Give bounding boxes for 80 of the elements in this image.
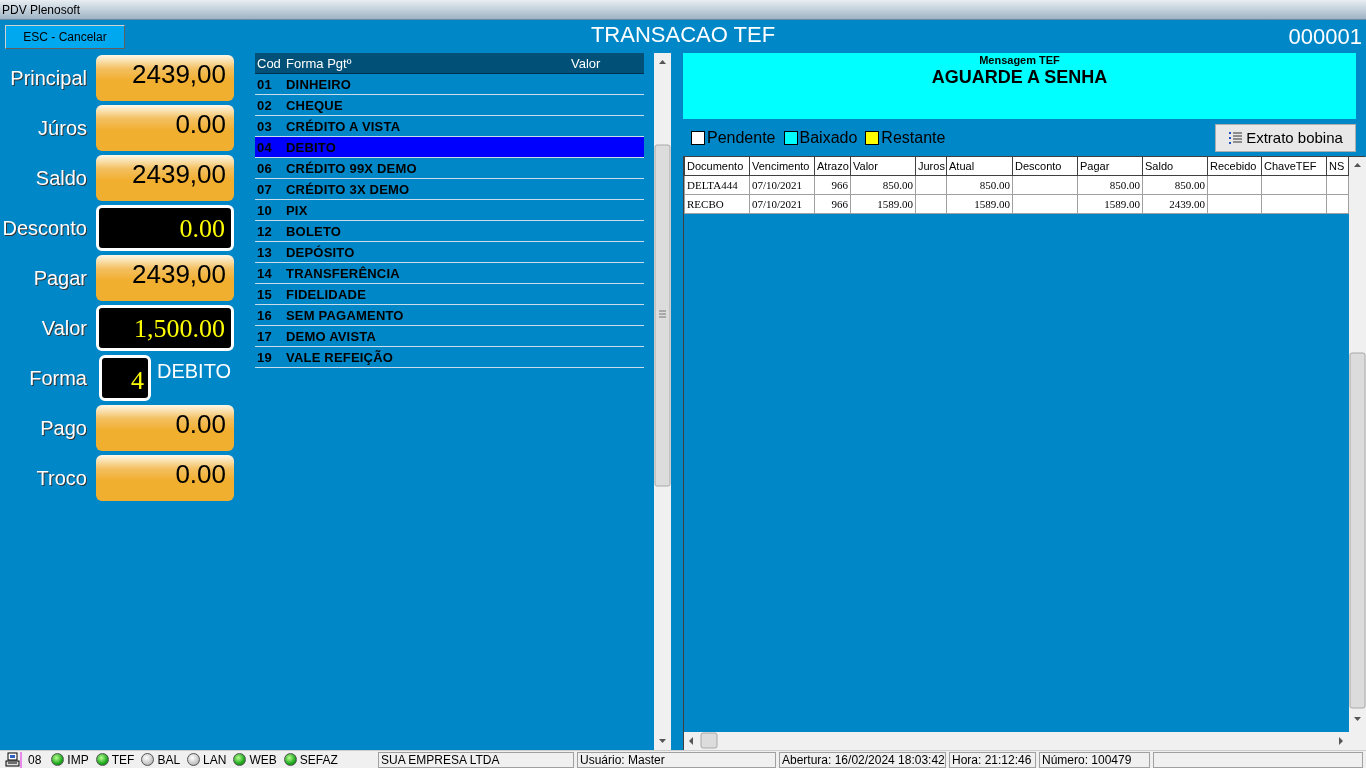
column-header: Saldo — [1142, 157, 1208, 176]
opening-time: Abertura: 16/02/2024 18:03:42 — [779, 751, 946, 768]
field-label: Desconto — [1, 216, 88, 240]
amount-display: 2439,00 — [96, 255, 234, 301]
payment-row[interactable]: 07 CRÉDITO 3X DEMO — [255, 179, 644, 200]
column-header: Forma Pgtº — [286, 55, 353, 71]
window-title: PDV Plenosoft — [2, 2, 81, 17]
amount-display: 2439,00 — [96, 55, 234, 101]
message-text: AGUARDE A SENHA — [931, 67, 1108, 88]
status-label: WEB — [249, 752, 277, 767]
list-icon — [1228, 130, 1243, 145]
field-label: Troco — [35, 466, 88, 490]
status-label: LAN — [203, 752, 227, 767]
grip-icon — [658, 310, 667, 318]
field-label: Principal — [9, 66, 88, 90]
payment-row[interactable]: 02 CHEQUE — [255, 95, 644, 116]
column-header: Vencimento — [749, 157, 815, 176]
payment-name: DEBITO — [157, 360, 232, 383]
legend-label: Baixado — [799, 128, 858, 147]
legend-label: Restante — [881, 128, 946, 147]
clock-time: Hora: 21:12:46 — [949, 751, 1036, 768]
payment-row[interactable]: 13 DEPÓSITO — [255, 242, 644, 263]
payment-row[interactable]: 16 SEM PAGAMENTO — [255, 305, 644, 326]
column-header: ChaveTEF — [1261, 157, 1327, 176]
amount-display: 0.00 — [96, 455, 234, 501]
field-label: Valor — [40, 316, 88, 340]
amount-display: 0.00 — [96, 105, 234, 151]
field-label: Forma — [28, 366, 88, 390]
status-label: TEF — [111, 752, 135, 767]
payment-row[interactable]: 01 DINHEIRO — [255, 74, 644, 95]
amount-display: 2439,00 — [96, 155, 234, 201]
statement-button[interactable]: Extrato bobina — [1215, 123, 1356, 152]
message-caption: Mensagem TEF — [979, 54, 1060, 66]
scroll-left-icon[interactable] — [689, 737, 693, 745]
scroll-up-icon[interactable] — [1354, 163, 1361, 167]
amount-display: 0.00 — [96, 405, 234, 451]
payment-row[interactable]: 06 CRÉDITO 99X DEMO — [255, 158, 644, 179]
scroll-thumb[interactable] — [700, 732, 718, 749]
column-header: Desconto — [1012, 157, 1078, 176]
field-label: Saldo — [34, 166, 88, 190]
payment-row[interactable]: 10 PIX — [255, 200, 644, 221]
payment-row[interactable]: 14 TRANSFERÊNCIA — [255, 263, 644, 284]
company-name: SUA EMPRESA LTDA — [378, 751, 574, 768]
column-header: Documento — [684, 157, 750, 176]
scroll-down-icon[interactable] — [1354, 717, 1361, 721]
amount-field[interactable]: 1,500.00 — [96, 305, 234, 351]
field-label: Pagar — [32, 266, 88, 290]
code-field[interactable]: 4 — [99, 355, 151, 401]
payment-row[interactable]: 17 DEMO AVISTA — [255, 326, 644, 347]
scroll-right-icon[interactable] — [1339, 737, 1343, 745]
cancel-button[interactable]: ESC - Cancelar — [5, 25, 125, 49]
column-header: Pagar — [1077, 157, 1143, 176]
column-header: Atual — [946, 157, 1013, 176]
column-header: Valor — [571, 55, 601, 71]
computer-icon — [4, 751, 22, 768]
field-label: Júros — [37, 116, 88, 140]
terminal-number: 08 — [28, 752, 42, 767]
scroll-down-icon[interactable] — [659, 739, 666, 743]
receipt-number: Número: 100479 — [1039, 751, 1150, 768]
transaction-number: 000001 — [1288, 24, 1362, 50]
screen-title: TRANSACAO TEF — [590, 22, 776, 47]
payment-row[interactable]: 19 VALE REFEIÇÃO — [255, 347, 644, 368]
legend-label: Pendente — [707, 128, 776, 147]
scroll-up-icon[interactable] — [659, 60, 666, 64]
column-header: Juros — [915, 157, 947, 176]
scroll-thumb[interactable] — [654, 144, 671, 487]
column-header: NS — [1326, 157, 1349, 176]
payment-row[interactable]: 12 BOLETO — [255, 221, 644, 242]
scroll-thumb[interactable] — [1349, 352, 1366, 709]
column-header: Recebido — [1207, 157, 1262, 176]
payment-row[interactable]: 15 FIDELIDADE — [255, 284, 644, 305]
status-label: SEFAZ — [299, 752, 338, 767]
status-label: BAL — [157, 752, 181, 767]
amount-field[interactable]: 0.00 — [96, 205, 234, 251]
column-header: Atrazo — [814, 157, 851, 176]
status-label: IMP — [67, 752, 89, 767]
field-label: Pago — [39, 416, 88, 440]
column-header: Cod — [257, 55, 282, 71]
column-header: Valor — [850, 157, 916, 176]
user-name: Usuário: Master — [577, 751, 776, 768]
